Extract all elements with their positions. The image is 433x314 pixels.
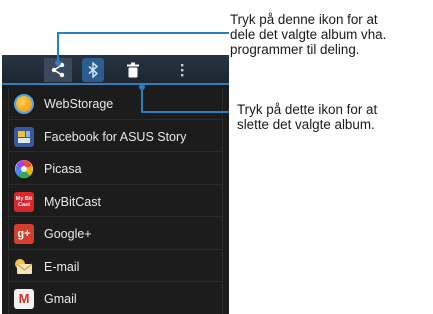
share-item-label: WebStorage xyxy=(44,96,114,111)
share-item-facebook[interactable]: Facebook for ASUS Story xyxy=(9,119,222,153)
overflow-menu-icon xyxy=(181,64,184,77)
share-item-label: Gmail xyxy=(44,291,77,306)
share-item-webstorage[interactable]: WebStorage xyxy=(9,87,222,120)
email-icon xyxy=(14,257,34,277)
facebook-icon xyxy=(14,126,34,147)
share-item-label: Picasa xyxy=(44,161,82,176)
share-item-email[interactable]: E-mail xyxy=(9,249,222,283)
trash-icon xyxy=(127,62,139,78)
share-item-mybitcast[interactable]: My Bit Cast MyBitCast xyxy=(9,184,222,218)
bluetooth-icon xyxy=(88,62,99,78)
share-item-gmail[interactable]: M Gmail xyxy=(9,281,222,314)
delete-callout-text: Tryk på dette ikon for at slette det val… xyxy=(237,102,378,132)
delete-callout-dot xyxy=(139,84,145,90)
share-item-label: E-mail xyxy=(44,259,80,274)
overflow-menu-button[interactable] xyxy=(168,58,196,82)
share-item-label: MyBitCast xyxy=(44,194,101,209)
action-bar-accent-line xyxy=(2,83,229,85)
share-item-label: Google+ xyxy=(44,226,92,241)
share-menu: WebStorage Facebook for ASUS Story Picas… xyxy=(8,87,223,314)
share-callout-line-horizontal xyxy=(57,32,229,34)
delete-button[interactable] xyxy=(119,58,147,82)
action-bar xyxy=(2,55,229,85)
share-callout-text: Tryk på denne ikon for at dele det valgt… xyxy=(230,12,387,57)
google-plus-icon: g+ xyxy=(14,223,34,244)
gmail-icon: M xyxy=(14,288,34,309)
delete-callout-line-horizontal xyxy=(141,111,229,113)
delete-callout-line-vertical xyxy=(141,90,143,113)
picasa-icon xyxy=(14,159,34,179)
share-item-picasa[interactable]: Picasa xyxy=(9,151,222,185)
share-item-label: Facebook for ASUS Story xyxy=(44,129,187,144)
webstorage-icon xyxy=(14,93,34,114)
share-callout-line-vertical xyxy=(57,32,59,62)
share-item-google-plus[interactable]: g+ Google+ xyxy=(9,216,222,250)
mybitcast-icon: My Bit Cast xyxy=(14,191,34,212)
bluetooth-button[interactable] xyxy=(82,58,104,82)
phone-screen: WebStorage Facebook for ASUS Story Picas… xyxy=(2,55,229,314)
share-callout-dot xyxy=(55,60,61,66)
